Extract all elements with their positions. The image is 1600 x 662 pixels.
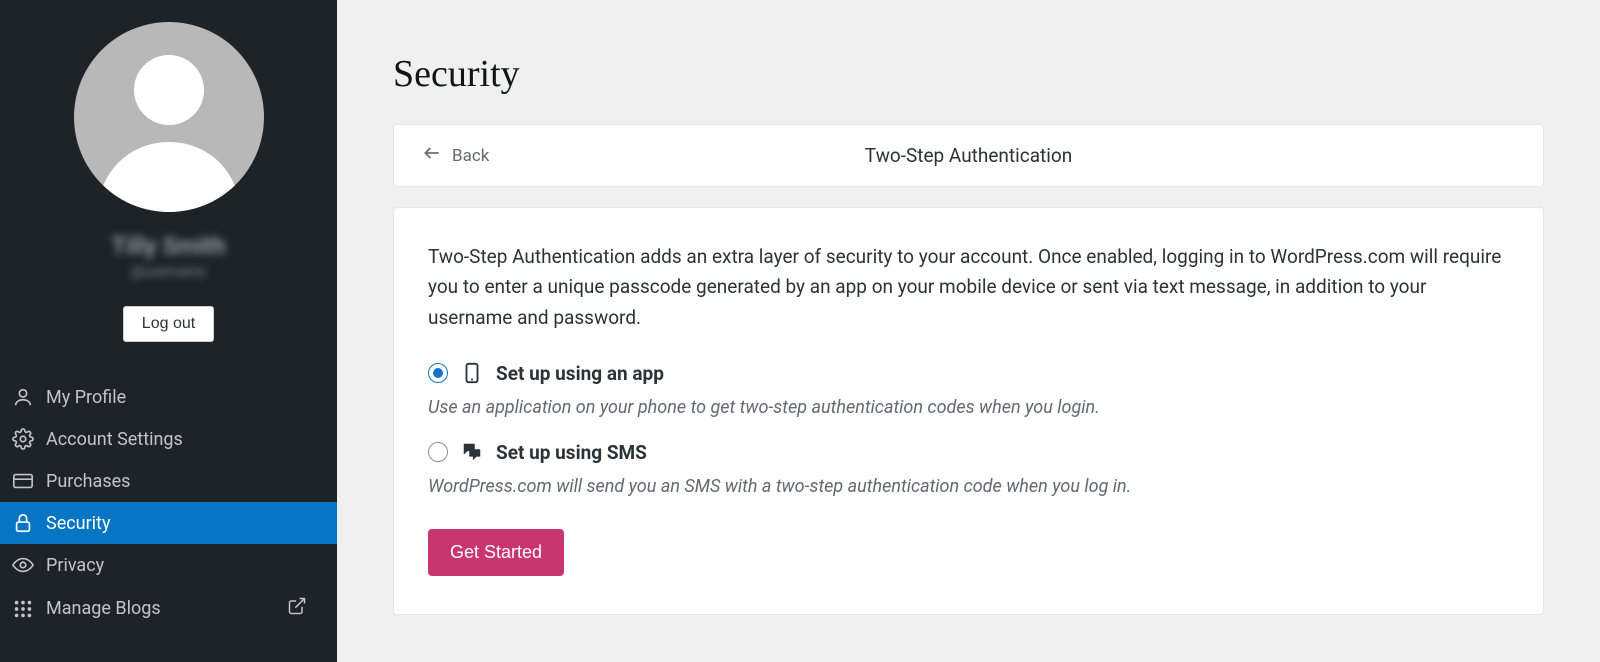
radio-sms[interactable]	[428, 442, 448, 462]
chat-icon	[460, 440, 484, 464]
avatar[interactable]	[74, 22, 264, 212]
sidebar-item-label: Security	[46, 513, 110, 534]
page-title: Security	[393, 52, 1544, 96]
panel-header: Back Two-Step Authentication	[393, 124, 1544, 187]
sidebar-item-label: Privacy	[46, 555, 104, 576]
grid-icon	[12, 598, 34, 620]
lock-icon	[12, 512, 34, 534]
two-step-description: Two-Step Authentication adds an extra la…	[428, 242, 1509, 333]
external-link-icon	[287, 596, 307, 621]
panel-body: Two-Step Authentication adds an extra la…	[393, 207, 1544, 615]
sidebar-item-label: Purchases	[46, 471, 130, 492]
phone-icon	[460, 361, 484, 385]
profile-handle: @username	[131, 264, 206, 280]
sidebar: Tilly Smith @username Log out My Profile…	[0, 0, 337, 662]
back-label: Back	[452, 146, 489, 166]
sidebar-nav: My Profile Account Settings Purchases Se…	[0, 376, 337, 631]
gear-icon	[12, 428, 34, 450]
sidebar-item-label: Account Settings	[46, 429, 183, 450]
logout-button[interactable]: Log out	[123, 306, 214, 342]
back-button[interactable]: Back	[422, 143, 489, 168]
option-app: Set up using an app Use an application o…	[428, 361, 1509, 418]
sidebar-item-account-settings[interactable]: Account Settings	[0, 418, 337, 460]
arrow-left-icon	[422, 143, 442, 168]
main-content: Security Back Two-Step Authentication Tw…	[337, 0, 1600, 662]
panel-title: Two-Step Authentication	[394, 144, 1543, 167]
radio-app[interactable]	[428, 363, 448, 383]
sidebar-item-label: Manage Blogs	[46, 598, 161, 619]
person-icon	[12, 386, 34, 408]
profile-section: Tilly Smith @username Log out	[0, 0, 337, 360]
option-sms: Set up using SMS WordPress.com will send…	[428, 440, 1509, 497]
card-icon	[12, 470, 34, 492]
option-sms-title: Set up using SMS	[496, 441, 647, 464]
sidebar-item-security[interactable]: Security	[0, 502, 337, 544]
get-started-button[interactable]: Get Started	[428, 529, 564, 576]
sidebar-item-my-profile[interactable]: My Profile	[0, 376, 337, 418]
sidebar-item-label: My Profile	[46, 387, 126, 408]
option-app-title: Set up using an app	[496, 362, 664, 385]
profile-name: Tilly Smith	[111, 232, 226, 260]
option-app-desc: Use an application on your phone to get …	[428, 397, 1509, 418]
option-sms-desc: WordPress.com will send you an SMS with …	[428, 476, 1509, 497]
sidebar-item-manage-blogs[interactable]: Manage Blogs	[0, 586, 337, 631]
sidebar-item-privacy[interactable]: Privacy	[0, 544, 337, 586]
sidebar-item-purchases[interactable]: Purchases	[0, 460, 337, 502]
eye-icon	[12, 554, 34, 576]
